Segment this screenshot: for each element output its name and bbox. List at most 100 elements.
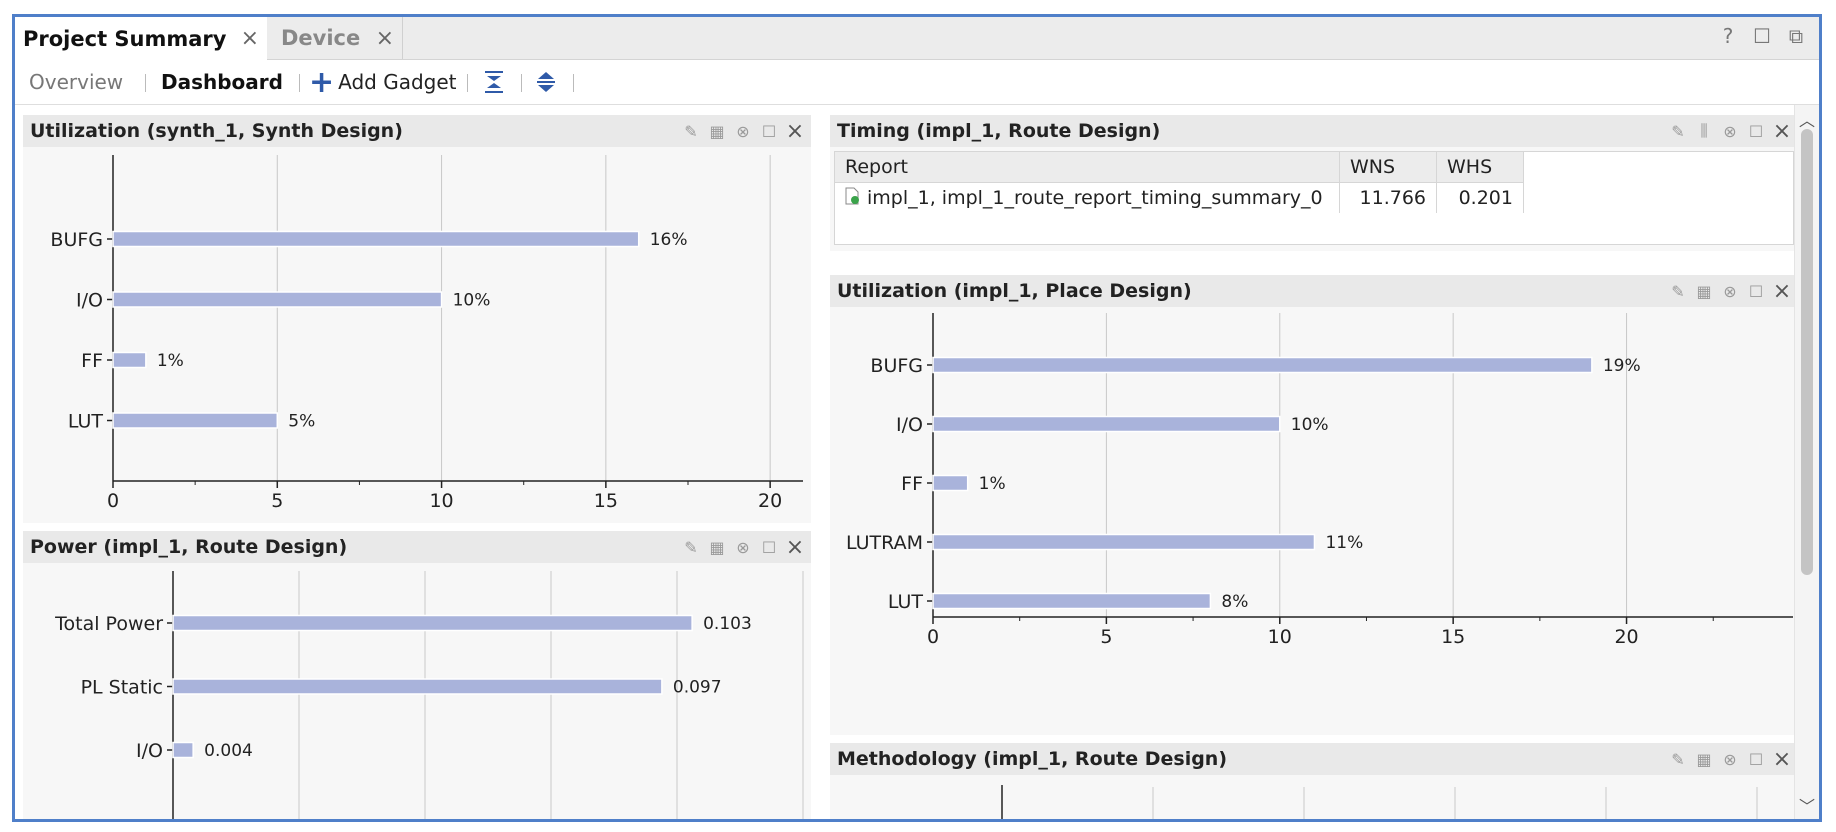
tab-project-summary[interactable]: Project Summary ×: [15, 17, 267, 60]
panel-tools: ✎ ▦ ⊗ ☐ ×: [1668, 747, 1792, 772]
category-label: FF: [81, 350, 103, 372]
maximize-icon[interactable]: ☐: [1746, 749, 1766, 769]
plus-icon: +: [309, 64, 335, 100]
edit-icon[interactable]: ✎: [1668, 281, 1688, 301]
separator: [299, 74, 300, 92]
settings-icon[interactable]: ⊗: [733, 537, 753, 557]
vertical-scrollbar[interactable]: ︿ ﹀: [1794, 105, 1819, 819]
table-row[interactable]: impl_1, impl_1_route_report_timing_summa…: [835, 182, 1524, 213]
bar: [112, 291, 443, 308]
bar: [172, 741, 194, 759]
column-header-whs[interactable]: WHS: [1436, 152, 1524, 183]
panel-title: Power (impl_1, Route Design): [30, 536, 348, 558]
bar-value-label: 0.103: [703, 614, 752, 634]
edit-icon[interactable]: ✎: [1668, 121, 1688, 141]
bar-value-label: 19%: [1603, 356, 1641, 376]
edit-icon[interactable]: ✎: [681, 121, 701, 141]
table-icon[interactable]: ▦: [707, 537, 727, 557]
bar-value-label: 5%: [288, 412, 315, 432]
bar: [172, 678, 663, 695]
x-tick-label: 15: [594, 490, 618, 512]
bar-chart-icon[interactable]: ⫼: [1694, 121, 1714, 141]
panel-tools: ✎ ▦ ⊗ ☐ ×: [681, 119, 805, 144]
close-icon[interactable]: ×: [785, 535, 805, 560]
x-tick-label: 10: [1268, 626, 1292, 648]
category-label: LUT: [68, 411, 104, 433]
utilization-impl-chart: 0 5 10 15 20 BUFG 19% I/O 10% FF 1% LUTRAM 11% LUT 8%: [846, 313, 1793, 648]
column-header-report[interactable]: Report: [835, 152, 1340, 183]
close-icon[interactable]: ×: [241, 26, 259, 51]
bar: [932, 356, 1593, 374]
report-cell[interactable]: impl_1, impl_1_route_report_timing_summa…: [835, 182, 1340, 213]
table-icon[interactable]: ▦: [1694, 281, 1714, 301]
float-window-icon[interactable]: ⧉: [1785, 24, 1807, 48]
category-label: I/O: [136, 740, 163, 762]
x-tick-label: 0: [107, 490, 119, 512]
utilization-synth-panel: Utilization (synth_1, Synth Design) ✎ ▦ …: [23, 115, 811, 523]
bar-value-label: 1%: [979, 474, 1006, 494]
close-icon[interactable]: ×: [1772, 747, 1792, 772]
panel-header: Timing (impl_1, Route Design) ✎ ⫼ ⊗ ☐ ×: [830, 115, 1798, 147]
close-icon[interactable]: ×: [376, 26, 394, 51]
scrollbar-thumb[interactable]: [1801, 129, 1813, 575]
table-icon[interactable]: ▦: [707, 121, 727, 141]
maximize-icon[interactable]: ☐: [1751, 24, 1773, 48]
x-tick-label: 5: [1100, 626, 1112, 648]
panel-header: Utilization (synth_1, Synth Design) ✎ ▦ …: [23, 115, 811, 147]
timing-panel: Timing (impl_1, Route Design) ✎ ⫼ ⊗ ☐ × …: [830, 115, 1798, 251]
project-summary-window: Project Summary × Device × ? ☐ ⧉ Overvie…: [12, 14, 1822, 822]
report-file-icon: [845, 187, 859, 210]
maximize-icon[interactable]: ☐: [759, 537, 779, 557]
panel-tools: ✎ ⫼ ⊗ ☐ ×: [1668, 119, 1792, 144]
add-gadget-label: Add Gadget: [338, 70, 457, 94]
panel-title: Methodology (impl_1, Route Design): [837, 748, 1228, 770]
panel-tools: ✎ ▦ ⊗ ☐ ×: [1668, 279, 1792, 304]
panel-title: Utilization (impl_1, Place Design): [837, 280, 1192, 302]
bar: [932, 474, 969, 492]
utilization-impl-panel: Utilization (impl_1, Place Design) ✎ ▦ ⊗…: [830, 275, 1798, 735]
close-icon[interactable]: ×: [785, 119, 805, 144]
timing-table-container: Report WNS WHS impl_1, impl_1_route_repo…: [834, 151, 1794, 245]
maximize-icon[interactable]: ☐: [1746, 121, 1766, 141]
bar-value-label: 8%: [1221, 592, 1248, 612]
help-icon[interactable]: ?: [1717, 24, 1739, 48]
edit-icon[interactable]: ✎: [1668, 749, 1688, 769]
x-tick-label: 0: [927, 626, 939, 648]
separator: [467, 74, 468, 92]
add-gadget-button[interactable]: + Add Gadget: [309, 60, 457, 104]
collapse-all-icon: [485, 71, 503, 93]
bar: [932, 415, 1281, 433]
bar: [112, 412, 279, 429]
category-label: BUFG: [50, 229, 103, 251]
settings-icon[interactable]: ⊗: [1720, 281, 1740, 301]
timing-table: Report WNS WHS impl_1, impl_1_route_repo…: [835, 152, 1524, 213]
bar-value-label: 0.097: [673, 678, 722, 698]
edit-icon[interactable]: ✎: [681, 537, 701, 557]
bar: [172, 614, 693, 632]
tab-device-label: Device: [281, 26, 361, 50]
settings-icon[interactable]: ⊗: [1720, 121, 1740, 141]
bar-value-label: 10%: [1291, 415, 1329, 435]
collapse-all-button[interactable]: [483, 60, 505, 104]
dashboard-tab[interactable]: Dashboard: [161, 60, 283, 104]
close-icon[interactable]: ×: [1772, 279, 1792, 304]
separator: [573, 74, 574, 92]
overview-tab[interactable]: Overview: [29, 60, 123, 104]
tab-device[interactable]: Device ×: [267, 17, 403, 59]
scroll-up-icon[interactable]: ︿: [1799, 107, 1815, 131]
category-label: Total Power: [54, 613, 163, 635]
x-tick-label: 5: [271, 490, 283, 512]
table-icon[interactable]: ▦: [1694, 749, 1714, 769]
maximize-icon[interactable]: ☐: [759, 121, 779, 141]
close-icon[interactable]: ×: [1772, 119, 1792, 144]
settings-icon[interactable]: ⊗: [733, 121, 753, 141]
settings-icon[interactable]: ⊗: [1720, 749, 1740, 769]
maximize-icon[interactable]: ☐: [1746, 281, 1766, 301]
column-header-wns[interactable]: WNS: [1339, 152, 1437, 183]
scroll-down-icon[interactable]: ﹀: [1799, 793, 1815, 817]
wns-value: 11.766: [1339, 182, 1437, 213]
bar-value-label: 11%: [1325, 533, 1363, 553]
bar: [112, 230, 640, 248]
separator: [521, 74, 522, 92]
expand-all-button[interactable]: [535, 60, 557, 104]
